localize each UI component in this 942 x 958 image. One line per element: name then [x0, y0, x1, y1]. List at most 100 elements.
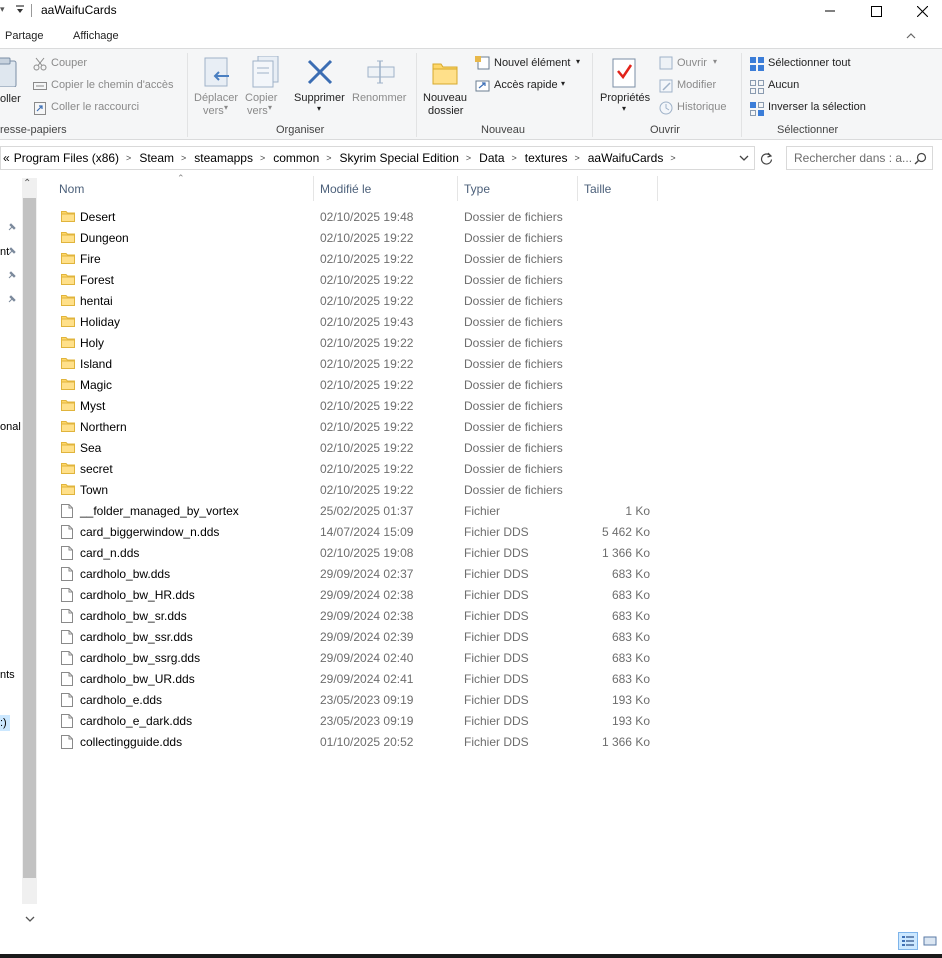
column-divider[interactable]: [457, 176, 458, 201]
nav-item-fragment[interactable]: onal: [0, 421, 21, 433]
table-row[interactable]: secret 02/10/2025 19:22 Dossier de fichier…: [55, 459, 660, 480]
table-row[interactable]: Forest 02/10/2025 19:22 Dossier de fichier…: [55, 270, 660, 291]
open-button[interactable]: Ouvrir: [677, 57, 707, 69]
file-name[interactable]: Northern: [80, 420, 127, 434]
file-name[interactable]: Sea: [80, 441, 101, 455]
minimize-button[interactable]: [807, 0, 853, 22]
cut-button[interactable]: Couper: [51, 57, 87, 69]
table-row[interactable]: collectingguide.dds 01/10/2025 20:52 Fichi…: [55, 732, 660, 753]
move-to-button-line1[interactable]: Déplacer: [194, 92, 238, 104]
table-row[interactable]: Fire 02/10/2025 19:22 Dossier de fichiers: [55, 249, 660, 270]
chevron-right-icon[interactable]: >: [574, 153, 579, 163]
table-row[interactable]: __folder_managed_by_vortex 25/02/2025 01:…: [55, 501, 660, 522]
details-view-button[interactable]: [898, 932, 918, 950]
scroll-down-arrow-icon[interactable]: [24, 915, 36, 925]
collapse-ribbon-chevron-up-icon[interactable]: [905, 30, 917, 42]
file-name[interactable]: cardholo_bw_sr.dds: [80, 609, 187, 623]
copy-path-button[interactable]: Copier le chemin d'accès: [51, 79, 174, 91]
file-name[interactable]: Myst: [80, 399, 105, 413]
move-to-button-line2[interactable]: vers: [203, 105, 224, 117]
file-name[interactable]: Holy: [80, 336, 104, 350]
refresh-button[interactable]: [757, 146, 775, 170]
paste-clipboard-icon[interactable]: [0, 57, 18, 87]
table-row[interactable]: cardholo_bw_HR.dds 29/09/2024 02:38 Fichie…: [55, 585, 660, 606]
close-button[interactable]: [899, 0, 942, 22]
quick-access-toolbar-arrow-icon[interactable]: ▾: [0, 4, 5, 15]
file-name[interactable]: cardholo_e.dds: [80, 693, 162, 707]
file-name[interactable]: Dungeon: [80, 231, 129, 245]
table-row[interactable]: Holy 02/10/2025 19:22 Dossier de fichiers: [55, 333, 660, 354]
file-name[interactable]: Forest: [80, 273, 114, 287]
breadcrumb-item[interactable]: Steam: [139, 151, 174, 165]
table-row[interactable]: Magic 02/10/2025 19:22 Dossier de fichiers: [55, 375, 660, 396]
copy-to-button-line2[interactable]: vers: [247, 105, 268, 117]
table-row[interactable]: Sea 02/10/2025 19:22 Dossier de fichiers: [55, 438, 660, 459]
chevron-right-icon[interactable]: >: [126, 153, 131, 163]
table-row[interactable]: Holiday 02/10/2025 19:43 Dossier de fichie…: [55, 312, 660, 333]
table-row[interactable]: Northern 02/10/2025 19:22 Dossier de fichi…: [55, 417, 660, 438]
table-row[interactable]: cardholo_bw_ssrg.dds 29/09/2024 02:40 Fich…: [55, 648, 660, 669]
edit-button[interactable]: Modifier: [677, 79, 716, 91]
new-folder-button-line1[interactable]: Nouveau: [423, 92, 467, 104]
column-divider[interactable]: [313, 176, 314, 201]
pin-icon[interactable]: [7, 246, 17, 256]
table-row[interactable]: cardholo_e_dark.dds 23/05/2023 09:19 Fichi…: [55, 711, 660, 732]
history-button[interactable]: Historique: [677, 101, 727, 113]
table-row[interactable]: cardholo_e.dds 23/05/2023 09:19 Fichier DD…: [55, 690, 660, 711]
table-row[interactable]: cardholo_bw.dds 29/09/2024 02:37 Fichier D…: [55, 564, 660, 585]
paste-shortcut-button[interactable]: Coller le raccourci: [51, 101, 139, 113]
file-name[interactable]: Desert: [80, 210, 115, 224]
breadcrumb-item[interactable]: Data: [479, 151, 504, 165]
file-name[interactable]: Magic: [80, 378, 112, 392]
breadcrumb-item[interactable]: steamapps: [194, 151, 253, 165]
customize-quick-access-icon[interactable]: [15, 3, 25, 17]
delete-button[interactable]: Supprimer: [294, 92, 345, 104]
new-item-button[interactable]: Nouvel élément: [494, 57, 570, 69]
chevron-right-icon[interactable]: >: [181, 153, 186, 163]
pin-icon[interactable]: [7, 222, 17, 232]
file-name[interactable]: collectingguide.dds: [80, 735, 182, 749]
file-name[interactable]: hentai: [80, 294, 113, 308]
file-name[interactable]: Holiday: [80, 315, 120, 329]
breadcrumb-item[interactable]: common: [273, 151, 319, 165]
table-row[interactable]: hentai 02/10/2025 19:22 Dossier de fichier…: [55, 291, 660, 312]
column-header-modified[interactable]: Modifié le: [320, 182, 371, 207]
column-header-name[interactable]: Nom: [59, 182, 84, 207]
chevron-right-icon[interactable]: >: [466, 153, 471, 163]
file-name[interactable]: __folder_managed_by_vortex: [80, 504, 239, 518]
table-row[interactable]: card_n.dds 02/10/2025 19:08 Fichier DDS 1 3…: [55, 543, 660, 564]
file-name[interactable]: card_biggerwindow_n.dds: [80, 525, 219, 539]
table-row[interactable]: cardholo_bw_sr.dds 29/09/2024 02:38 Fichie…: [55, 606, 660, 627]
file-name[interactable]: Town: [80, 483, 108, 497]
nav-item-selected-drive[interactable]: :): [0, 715, 10, 731]
new-folder-button-line2[interactable]: dossier: [428, 105, 463, 117]
file-name[interactable]: cardholo_bw_ssrg.dds: [80, 651, 200, 665]
large-icons-view-button[interactable]: [920, 932, 940, 950]
file-name[interactable]: cardholo_bw_HR.dds: [80, 588, 195, 602]
chevron-right-icon[interactable]: >: [670, 153, 675, 163]
column-header-type[interactable]: Type: [464, 182, 490, 207]
table-row[interactable]: Island 02/10/2025 19:22 Dossier de fichier…: [55, 354, 660, 375]
table-row[interactable]: card_biggerwindow_n.dds 14/07/2024 15:09 F…: [55, 522, 660, 543]
scroll-up-arrow-icon[interactable]: ⌃: [23, 178, 31, 189]
rename-button[interactable]: Renommer: [352, 92, 406, 104]
file-name[interactable]: cardholo_e_dark.dds: [80, 714, 192, 728]
breadcrumb-item[interactable]: textures: [525, 151, 568, 165]
column-header-size[interactable]: Taille: [584, 182, 611, 207]
tab-view[interactable]: Affichage: [73, 30, 119, 42]
file-name[interactable]: cardholo_bw_UR.dds: [80, 672, 195, 686]
file-name[interactable]: card_n.dds: [80, 546, 139, 560]
maximize-button[interactable]: [853, 0, 899, 22]
breadcrumb-item-current[interactable]: aaWaifuCards: [588, 151, 664, 165]
copy-to-button-line1[interactable]: Copier: [245, 92, 277, 104]
pin-icon[interactable]: [7, 270, 17, 280]
address-history-chevron-down-icon[interactable]: [738, 152, 750, 164]
table-row[interactable]: cardholo_bw_UR.dds 29/09/2024 02:41 Fichie…: [55, 669, 660, 690]
tab-share[interactable]: Partage: [5, 30, 44, 42]
breadcrumb-item[interactable]: Skyrim Special Edition: [340, 151, 459, 165]
column-divider[interactable]: [657, 176, 658, 201]
search-box[interactable]: Rechercher dans : a...: [786, 146, 933, 170]
properties-button[interactable]: Propriétés: [600, 92, 650, 104]
file-name[interactable]: cardholo_bw_ssr.dds: [80, 630, 193, 644]
chevron-right-icon[interactable]: >: [512, 153, 517, 163]
